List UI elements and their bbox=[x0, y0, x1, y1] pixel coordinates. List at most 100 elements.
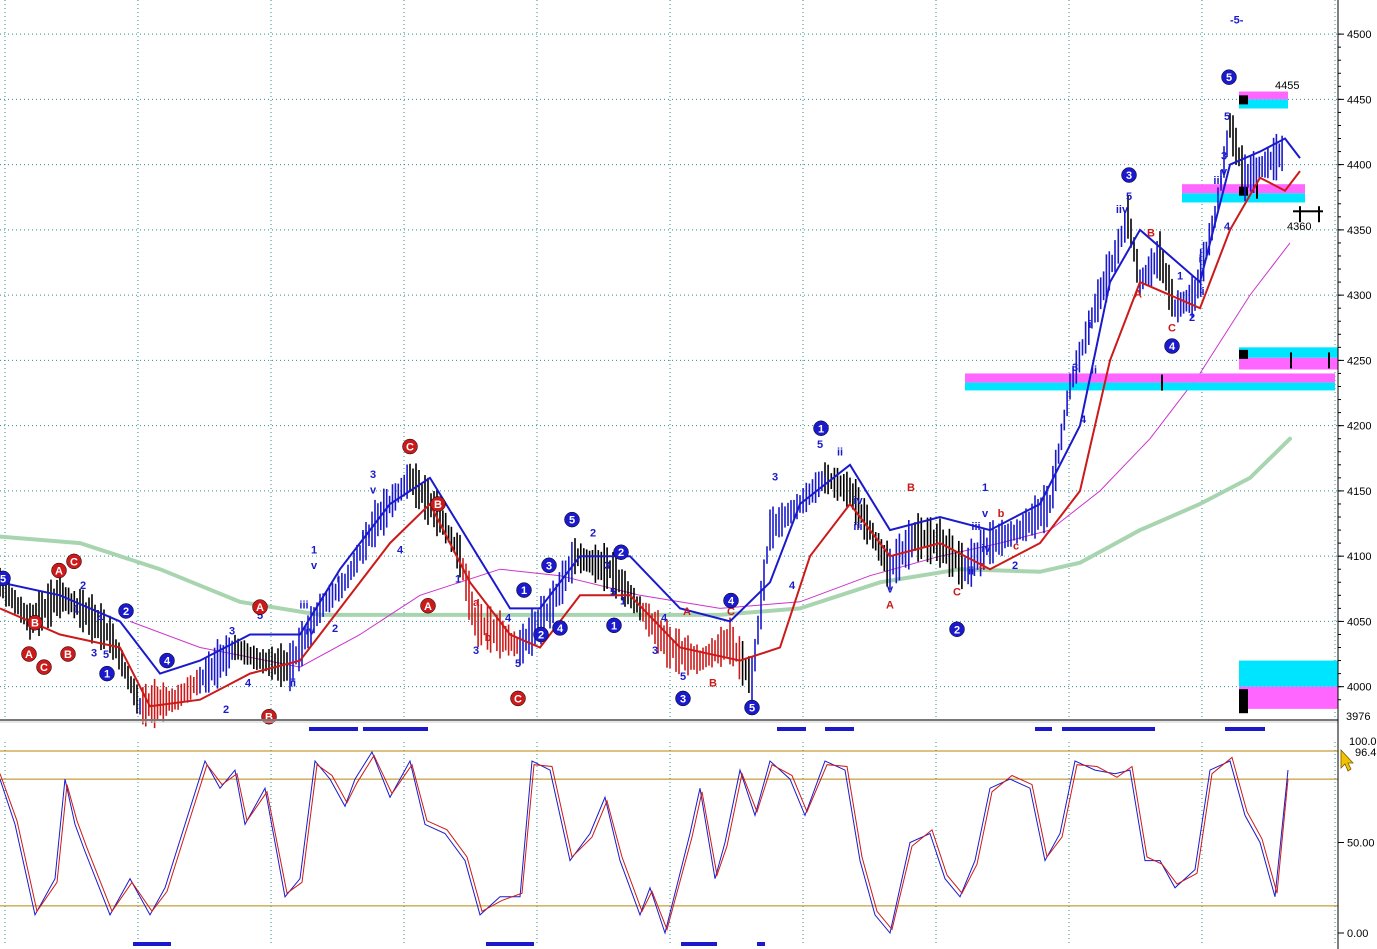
signal-bar-top bbox=[363, 727, 428, 731]
circled-wave-label: 3 bbox=[546, 560, 552, 572]
circled-wave-label: B bbox=[64, 649, 72, 661]
wave-label: 5 bbox=[680, 671, 686, 683]
level-label: -5- bbox=[1230, 15, 1244, 27]
signal-bar-bottom bbox=[757, 942, 765, 946]
circled-wave-label: 5 bbox=[569, 515, 575, 527]
target-band bbox=[1239, 660, 1338, 687]
wave-label: C bbox=[1168, 323, 1176, 335]
wave-label: 3 bbox=[229, 625, 235, 637]
wave-label: 3 bbox=[772, 471, 778, 483]
circled-wave-label: A bbox=[256, 602, 264, 614]
wave-label: iii bbox=[1213, 175, 1222, 187]
price-tick-label: 4200 bbox=[1347, 421, 1371, 433]
wave-label: 3 bbox=[604, 560, 610, 572]
wave-label: 4 bbox=[97, 612, 104, 624]
band-marker bbox=[1239, 689, 1248, 714]
wave-label: 1 bbox=[982, 482, 988, 494]
wave-label: 4 bbox=[1080, 414, 1087, 426]
target-band bbox=[1239, 357, 1338, 370]
circled-wave-label: C bbox=[406, 442, 414, 454]
wave-label: iii bbox=[971, 521, 980, 533]
stoch-last-label: 96.4 bbox=[1355, 747, 1376, 759]
circled-wave-label: C bbox=[40, 662, 48, 674]
circled-wave-label: 4 bbox=[164, 656, 171, 668]
band-tick bbox=[1161, 374, 1163, 391]
signal-bar-bottom bbox=[681, 942, 717, 946]
level-label: 4360 bbox=[1287, 221, 1311, 233]
wave-label: 5 bbox=[1126, 191, 1132, 203]
circled-wave-label: 1 bbox=[818, 423, 824, 435]
wave-label: 5 bbox=[610, 586, 616, 598]
circled-wave-label: A bbox=[25, 649, 33, 661]
last-price-label: 3976 bbox=[1346, 711, 1370, 723]
price-tick-label: 4450 bbox=[1347, 94, 1371, 106]
circled-wave-label: 5 bbox=[749, 703, 755, 715]
wave-label: C bbox=[953, 586, 961, 598]
wave-label: 4 bbox=[245, 678, 252, 690]
wave-label: v bbox=[887, 584, 894, 596]
wave-label: iv bbox=[981, 543, 991, 555]
target-band bbox=[1239, 347, 1338, 358]
wave-label: 4 bbox=[505, 612, 512, 624]
wave-label: 3 bbox=[91, 648, 97, 660]
wave-label: i bbox=[1201, 286, 1204, 298]
wave-label: 3 bbox=[652, 645, 658, 657]
band-tick bbox=[1299, 206, 1301, 223]
wave-label: i bbox=[823, 474, 826, 486]
wave-label: iiv bbox=[1116, 204, 1129, 216]
wave-label: 3 bbox=[370, 469, 376, 481]
circled-wave-label: 4 bbox=[1169, 341, 1176, 353]
circled-wave-label: 2 bbox=[538, 629, 544, 641]
level-line-4360 bbox=[1293, 210, 1323, 213]
wave-label: 5 bbox=[817, 439, 823, 451]
price-axis: 4500 4450 4400 4350 4300 4250 4200 4150 4100 4050… bbox=[1337, 0, 1377, 949]
price-tick-label: 4300 bbox=[1347, 290, 1371, 302]
wave-label: 3 bbox=[1072, 362, 1078, 374]
wave-label: v bbox=[311, 560, 318, 572]
price-tick-label: 4400 bbox=[1347, 160, 1371, 172]
band-marker bbox=[1239, 186, 1248, 196]
wave-label: ii bbox=[1091, 364, 1097, 376]
price-tick-label: 4500 bbox=[1347, 29, 1371, 41]
price-tick-label: 4350 bbox=[1347, 225, 1371, 237]
band-marker bbox=[1239, 95, 1248, 105]
wave-label: 4 bbox=[1224, 221, 1231, 233]
circled-wave-label: 5 bbox=[1226, 72, 1232, 84]
wave-label: 4 bbox=[397, 545, 404, 557]
elliott-wave-chart: 53viii4i12i5iiv34iii1viiiivii 25iiiiiivi3… bbox=[0, 0, 1377, 949]
price-tick-label: 4100 bbox=[1347, 551, 1371, 563]
circled-wave-label: 1 bbox=[521, 585, 527, 597]
wave-label: 1 bbox=[620, 595, 626, 607]
wave-label: a bbox=[473, 597, 480, 609]
wave-label: iii bbox=[299, 599, 308, 611]
band-tick bbox=[1318, 206, 1320, 223]
signal-bar-top bbox=[825, 727, 854, 731]
wave-label: iv bbox=[305, 625, 315, 637]
wave-label: iii bbox=[853, 521, 862, 533]
wave-label: i bbox=[1088, 319, 1091, 331]
wave-label: i bbox=[1198, 254, 1201, 266]
wave-label: b bbox=[485, 632, 492, 644]
wave-label: 4 bbox=[661, 612, 668, 624]
price-tick-label: 4250 bbox=[1347, 355, 1371, 367]
axis-background bbox=[1338, 0, 1377, 949]
signal-bar-top bbox=[1062, 727, 1155, 731]
stoch-tick-label: 50.00 bbox=[1347, 838, 1375, 850]
stoch-tick-label: 0.00 bbox=[1347, 928, 1368, 940]
circled-wave-label: 2 bbox=[618, 547, 624, 559]
wave-label: i bbox=[336, 573, 339, 585]
signal-bar-top bbox=[1225, 727, 1265, 731]
wave-label: 5 bbox=[1224, 111, 1230, 123]
signal-bar-bottom bbox=[486, 942, 534, 946]
level-label: 4455 bbox=[1275, 80, 1299, 92]
wave-label: 1 bbox=[455, 573, 461, 585]
circled-wave-label: A bbox=[424, 601, 432, 613]
circled-wave-label: B bbox=[31, 618, 39, 630]
wave-label: ii bbox=[837, 447, 843, 459]
target-band bbox=[965, 382, 1335, 391]
wave-label: ii bbox=[968, 565, 974, 577]
wave-label: b bbox=[998, 508, 1005, 520]
circled-wave-label: B bbox=[434, 499, 442, 511]
circled-wave-label: 2 bbox=[954, 624, 960, 636]
wave-label: A bbox=[886, 599, 894, 611]
